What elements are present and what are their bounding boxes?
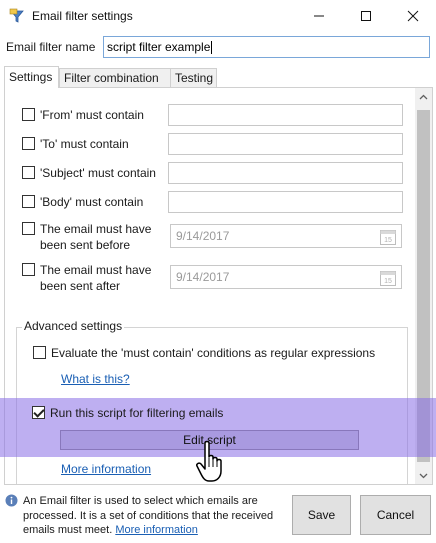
body-contains-label: 'Body' must contain	[40, 195, 144, 209]
svg-text:15: 15	[384, 237, 392, 244]
title-bar: Email filter settings	[0, 0, 436, 32]
close-button[interactable]	[390, 0, 436, 32]
close-icon	[407, 10, 419, 22]
to-contains-input[interactable]	[168, 133, 403, 155]
maximize-icon	[361, 11, 371, 21]
tab-testing[interactable]: Testing	[170, 68, 217, 87]
info-text-block: An Email filter is used to select which …	[23, 494, 281, 538]
sent-before-date-picker[interactable]: 9/14/2017 15	[170, 224, 402, 248]
sent-after-checkbox[interactable]	[22, 263, 35, 276]
email-filter-app-icon	[9, 8, 24, 23]
cancel-button[interactable]: Cancel	[360, 495, 431, 535]
calendar-icon[interactable]: 15	[379, 269, 397, 287]
scroll-up-arrow-icon[interactable]	[415, 88, 432, 105]
sent-after-label-line2: been sent after	[40, 279, 121, 293]
minimize-icon	[314, 15, 324, 17]
to-contains-checkbox[interactable]	[22, 137, 35, 150]
sent-after-date-value: 9/14/2017	[176, 270, 230, 284]
window-title: Email filter settings	[32, 9, 133, 23]
run-script-checkbox[interactable]	[32, 406, 45, 419]
minimize-button[interactable]	[296, 0, 342, 32]
maximize-button[interactable]	[343, 0, 389, 32]
from-contains-label: 'From' must contain	[40, 108, 144, 122]
sent-before-label-line1: The email must have	[40, 222, 152, 236]
sent-before-date-value: 9/14/2017	[176, 229, 230, 243]
to-contains-label: 'To' must contain	[40, 137, 129, 151]
text-caret	[211, 40, 213, 54]
save-button[interactable]: Save	[292, 495, 351, 535]
info-more-information-link[interactable]: More information	[115, 524, 198, 536]
regex-label: Evaluate the 'must contain' conditions a…	[51, 346, 376, 360]
sent-after-date-picker[interactable]: 9/14/2017 15	[170, 265, 402, 289]
sent-before-checkbox[interactable]	[22, 222, 35, 235]
filter-name-value: script filter example	[107, 40, 211, 54]
filter-name-input[interactable]: script filter example	[103, 36, 430, 58]
sent-before-label-line2: been sent before	[40, 238, 131, 252]
subject-contains-input[interactable]	[168, 162, 403, 184]
advanced-settings-title: Advanced settings	[22, 319, 125, 333]
what-is-this-link[interactable]: What is this?	[61, 372, 130, 386]
subject-contains-label: 'Subject' must contain	[40, 166, 156, 180]
tab-settings[interactable]: Settings	[4, 66, 59, 88]
scroll-down-arrow-icon[interactable]	[415, 467, 432, 484]
filter-name-label: Email filter name	[6, 40, 96, 54]
run-script-label: Run this script for filtering emails	[50, 406, 224, 420]
tab-filter-combination[interactable]: Filter combination	[59, 68, 171, 87]
info-icon	[5, 494, 18, 507]
more-information-link[interactable]: More information	[61, 462, 151, 476]
from-contains-checkbox[interactable]	[22, 108, 35, 121]
regex-checkbox[interactable]	[33, 346, 46, 359]
calendar-icon[interactable]: 15	[379, 228, 397, 246]
from-contains-input[interactable]	[168, 104, 403, 126]
sent-after-label-line1: The email must have	[40, 263, 152, 277]
hand-pointer-cursor-icon	[196, 440, 222, 482]
body-contains-checkbox[interactable]	[22, 195, 35, 208]
body-contains-input[interactable]	[168, 191, 403, 213]
subject-contains-checkbox[interactable]	[22, 166, 35, 179]
svg-text:15: 15	[384, 278, 392, 285]
